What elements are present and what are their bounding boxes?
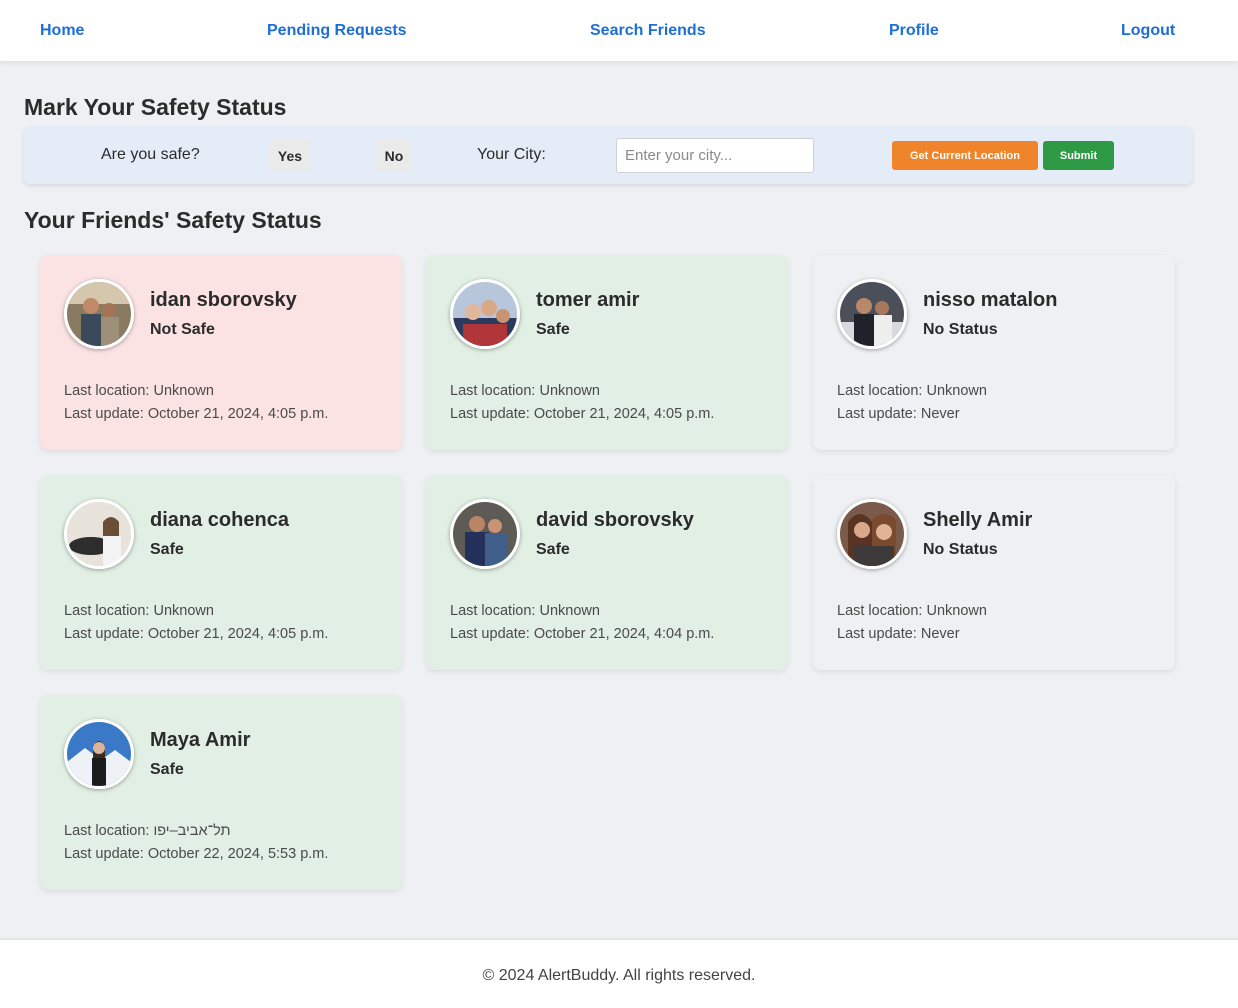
- friend-name: diana cohenca: [150, 509, 289, 531]
- friend-photo-icon: [67, 722, 131, 786]
- friend-avatar: [64, 719, 134, 789]
- friend-card: tomer amir Safe Last location: Unknown L…: [426, 255, 788, 450]
- friend-last-update: Last update: October 21, 2024, 4:05 p.m.: [450, 406, 715, 422]
- friend-photo-icon: [67, 282, 131, 346]
- friend-last-location: Last location: Unknown: [450, 383, 600, 399]
- friend-avatar: [64, 279, 134, 349]
- friend-name: tomer amir: [536, 289, 640, 311]
- friend-name: nisso matalon: [923, 289, 1058, 311]
- friend-status: Safe: [150, 761, 184, 778]
- safe-yes-button[interactable]: Yes: [270, 140, 310, 171]
- friend-card: idan sborovsky Not Safe Last location: U…: [40, 255, 402, 450]
- friend-avatar: [450, 279, 520, 349]
- friend-status: No Status: [923, 541, 998, 558]
- friends-status-heading: Your Friends' Safety Status: [24, 207, 322, 233]
- friend-avatar: [450, 499, 520, 569]
- friend-status: Safe: [536, 321, 570, 338]
- safety-status-form: Are you safe? Yes No Your City: Get Curr…: [24, 126, 1192, 184]
- friend-last-update: Last update: October 22, 2024, 5:53 p.m.: [64, 846, 329, 862]
- friend-last-update: Last update: October 21, 2024, 4:04 p.m.: [450, 626, 715, 642]
- nav-profile-link[interactable]: Profile: [889, 22, 939, 40]
- city-label: Your City:: [477, 146, 546, 163]
- page-footer: © 2024 AlertBuddy. All rights reserved.: [0, 938, 1238, 1008]
- safe-no-button[interactable]: No: [376, 140, 412, 171]
- friend-photo-icon: [453, 502, 517, 566]
- friend-last-update: Last update: October 21, 2024, 4:05 p.m.: [64, 406, 329, 422]
- friend-avatar: [837, 499, 907, 569]
- friend-status: Not Safe: [150, 321, 215, 338]
- get-current-location-button[interactable]: Get Current Location: [892, 141, 1038, 170]
- friend-name: david sborovsky: [536, 509, 694, 531]
- friend-avatar: [837, 279, 907, 349]
- friend-last-update: Last update: October 21, 2024, 4:05 p.m.: [64, 626, 329, 642]
- friend-last-location: Last location: Unknown: [837, 383, 987, 399]
- safety-status-heading: Mark Your Safety Status: [24, 94, 287, 120]
- friend-avatar: [64, 499, 134, 569]
- friend-name: Maya Amir: [150, 729, 251, 751]
- city-input[interactable]: [616, 138, 814, 173]
- submit-button[interactable]: Submit: [1043, 141, 1114, 170]
- nav-home-link[interactable]: Home: [40, 22, 84, 40]
- friend-name: Shelly Amir: [923, 509, 1033, 531]
- friend-last-update: Last update: Never: [837, 406, 960, 422]
- friend-photo-icon: [453, 282, 517, 346]
- friend-status: Safe: [536, 541, 570, 558]
- friend-card: nisso matalon No Status Last location: U…: [813, 255, 1175, 450]
- friend-last-location: Last location: Unknown: [450, 603, 600, 619]
- friend-card: Maya Amir Safe Last location: תל־אביב–יפ…: [40, 695, 402, 890]
- friend-status: No Status: [923, 321, 998, 338]
- nav-pending-requests-link[interactable]: Pending Requests: [267, 22, 407, 40]
- friend-status: Safe: [150, 541, 184, 558]
- friend-name: idan sborovsky: [150, 289, 297, 311]
- friend-photo-icon: [840, 502, 904, 566]
- friend-photo-icon: [840, 282, 904, 346]
- friend-last-location: Last location: תל־אביב–יפו: [64, 823, 231, 839]
- nav-search-friends-link[interactable]: Search Friends: [590, 22, 706, 40]
- friend-last-location: Last location: Unknown: [64, 383, 214, 399]
- top-nav: Home Pending Requests Search Friends Pro…: [0, 0, 1238, 61]
- friend-card: Shelly Amir No Status Last location: Unk…: [813, 475, 1175, 670]
- friend-card: david sborovsky Safe Last location: Unkn…: [426, 475, 788, 670]
- friend-card: diana cohenca Safe Last location: Unknow…: [40, 475, 402, 670]
- nav-logout-link[interactable]: Logout: [1121, 22, 1175, 40]
- friend-photo-icon: [67, 502, 131, 566]
- friend-last-location: Last location: Unknown: [64, 603, 214, 619]
- friend-last-update: Last update: Never: [837, 626, 960, 642]
- friend-last-location: Last location: Unknown: [837, 603, 987, 619]
- footer-copyright: © 2024 AlertBuddy. All rights reserved.: [482, 967, 756, 984]
- are-you-safe-label: Are you safe?: [101, 146, 200, 163]
